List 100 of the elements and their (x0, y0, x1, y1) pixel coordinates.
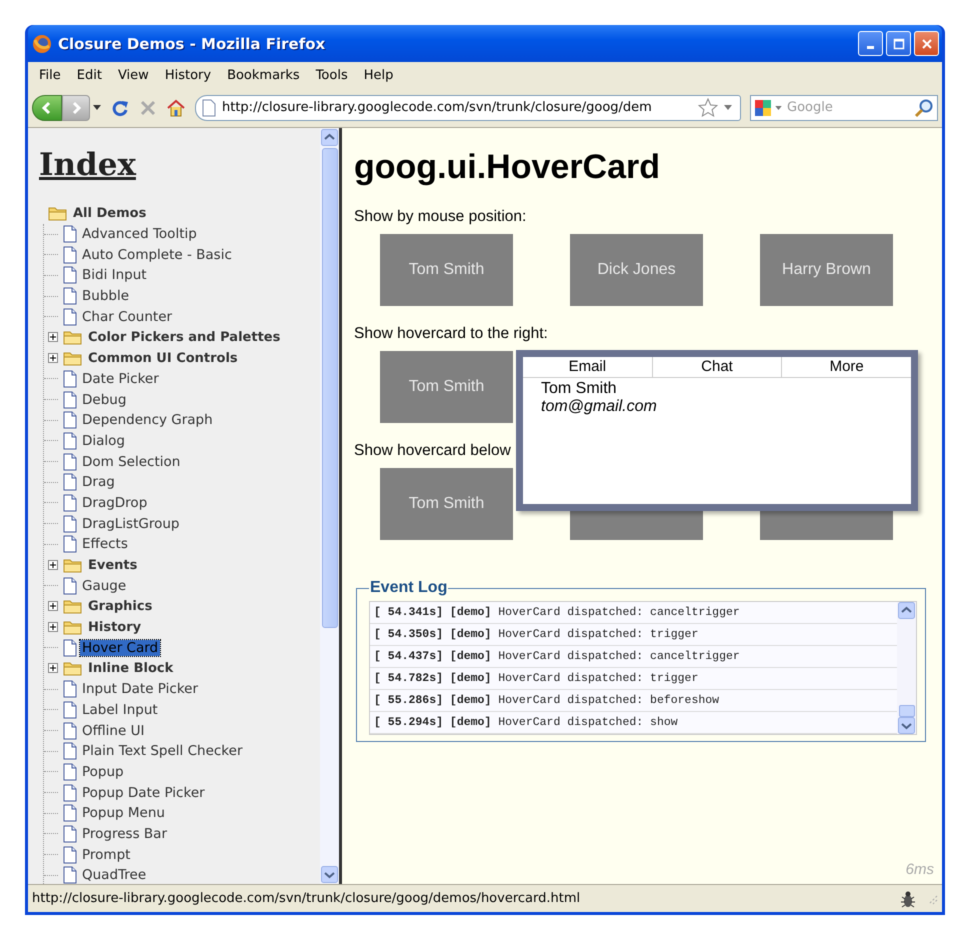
folder-icon (48, 205, 68, 222)
dropdown-caret-icon[interactable] (724, 105, 732, 110)
hovercard-tab[interactable]: Email (523, 357, 653, 377)
folder-icon (63, 619, 83, 636)
back-button[interactable] (32, 94, 62, 120)
tree-item[interactable]: Effects (80, 536, 130, 552)
tree-item[interactable]: All Demos (71, 206, 148, 221)
tree-item[interactable]: Progress Bar (80, 826, 169, 842)
log-entry: [ 54.782s] [demo] HoverCard dispatched: trigger (370, 668, 897, 690)
menu-item[interactable]: History (160, 66, 216, 84)
page-icon (63, 846, 77, 864)
scroll-thumb[interactable] (898, 705, 914, 717)
search-bar[interactable]: Google (750, 94, 938, 120)
scroll-down-icon[interactable] (321, 866, 338, 883)
menu-item[interactable]: Bookmarks (222, 66, 305, 84)
tree-item[interactable]: Hover Card (80, 640, 160, 656)
tree-item[interactable]: Auto Complete - Basic (80, 246, 234, 263)
tree-item[interactable]: Debug (80, 392, 128, 408)
tree-item[interactable]: Common UI Controls (86, 350, 240, 366)
scroll-thumb[interactable] (322, 148, 338, 628)
tree-item[interactable]: Color Pickers and Palettes (86, 330, 282, 345)
expand-icon[interactable] (48, 332, 58, 342)
folder-icon (63, 329, 83, 346)
maximize-icon (892, 38, 904, 50)
event-log-legend: Event Log (369, 579, 448, 597)
search-engine-logo-icon[interactable] (754, 98, 772, 116)
tree-item[interactable]: Popup Menu (80, 805, 167, 822)
section-label: Show hovercard below (354, 442, 512, 460)
tree-item[interactable]: Popup Date Picker (80, 784, 207, 801)
page-icon (63, 473, 77, 492)
menu-item[interactable]: Help (358, 66, 398, 84)
tree-item[interactable]: History (86, 620, 144, 635)
expand-icon[interactable] (48, 601, 58, 612)
page-icon (63, 266, 77, 284)
section-label: Show hovercard to the right: (354, 325, 549, 343)
expand-icon[interactable] (48, 560, 58, 570)
tree-item[interactable]: Dialog (80, 432, 127, 449)
page-icon (63, 742, 77, 760)
page-icon (63, 246, 77, 264)
page-icon (63, 722, 77, 740)
window-title: Closure Demos - Mozilla Firefox (58, 34, 326, 52)
page-icon (63, 576, 77, 595)
maximize-button[interactable] (886, 31, 911, 56)
minimize-button[interactable] (858, 31, 883, 56)
tree-item[interactable]: Gauge (80, 578, 128, 594)
search-icon[interactable] (914, 98, 934, 118)
scroll-up-icon[interactable] (321, 129, 338, 146)
page-icon (63, 494, 77, 512)
tree-item[interactable]: Bubble (80, 288, 132, 304)
expand-icon[interactable] (48, 622, 58, 632)
page-icon (63, 514, 77, 533)
timing-label: 6ms (906, 861, 934, 878)
close-icon (920, 38, 932, 50)
menu-item[interactable]: Tools (310, 66, 353, 84)
home-icon[interactable] (166, 98, 186, 116)
tree-item[interactable]: DragListGroup (80, 516, 182, 532)
scroll-up-icon[interactable] (898, 602, 915, 619)
tree-item[interactable]: Popup (80, 764, 126, 780)
tree-item[interactable]: Date Picker (80, 370, 161, 387)
menu-item[interactable]: File (34, 66, 66, 84)
contact-name: Tom Smith (541, 380, 618, 398)
tree-item[interactable]: Bidi Input (80, 267, 149, 284)
scroll-down-icon[interactable] (898, 717, 915, 734)
tree-item[interactable]: Input Date Picker (80, 681, 200, 698)
star-icon[interactable] (698, 98, 718, 118)
page-icon (63, 287, 77, 306)
log-entry: [ 54.350s] [demo] HoverCard dispatched: trigger (370, 624, 897, 646)
bug-icon (898, 888, 918, 908)
tree-item[interactable]: Prompt (80, 846, 132, 863)
tree-item[interactable]: Graphics (86, 598, 154, 614)
tree-item[interactable]: Events (86, 558, 140, 573)
tree-item[interactable]: Offline UI (80, 722, 146, 739)
tree-item[interactable]: Dependency Graph (80, 412, 215, 428)
tree-item[interactable]: Label Input (80, 702, 160, 718)
hovercard-tab[interactable]: More (782, 357, 912, 377)
tree-item[interactable]: Char Counter (80, 308, 174, 325)
close-button[interactable] (914, 31, 939, 56)
page-icon (63, 225, 77, 244)
page-icon (63, 804, 77, 822)
scrollbar[interactable] (320, 128, 339, 884)
scrollbar[interactable] (897, 602, 916, 734)
dropdown-caret-icon[interactable] (775, 106, 782, 110)
firefox-logo-icon (32, 34, 52, 54)
expand-icon[interactable] (48, 663, 58, 674)
hovercard-tab[interactable]: Chat (652, 357, 782, 377)
tree-item[interactable]: DragDrop (80, 494, 150, 511)
tree-item[interactable]: Drag (80, 474, 117, 490)
dropdown-caret-icon[interactable] (93, 105, 101, 110)
menu-item[interactable]: Edit (72, 66, 107, 84)
expand-icon[interactable] (48, 353, 58, 364)
status-text: http://closure-library.googlecode.com/svn/trunk/closure/goog/demos/hovercard.html (32, 891, 582, 906)
tree-item[interactable]: Inline Block (86, 660, 176, 676)
minimize-icon (867, 46, 874, 49)
tree-item[interactable]: QuadTree (80, 867, 148, 884)
section-label: Show by mouse position: (354, 208, 528, 226)
tree-item[interactable]: Plain Text Spell Checker (80, 743, 244, 760)
address-bar[interactable]: http://closure-library.googlecode.com/svn/trunk/closure/goog/dem (195, 94, 741, 120)
tree-item[interactable]: Dom Selection (80, 454, 182, 470)
menu-item[interactable]: View (112, 66, 154, 84)
tree-item[interactable]: Advanced Tooltip (80, 226, 199, 242)
